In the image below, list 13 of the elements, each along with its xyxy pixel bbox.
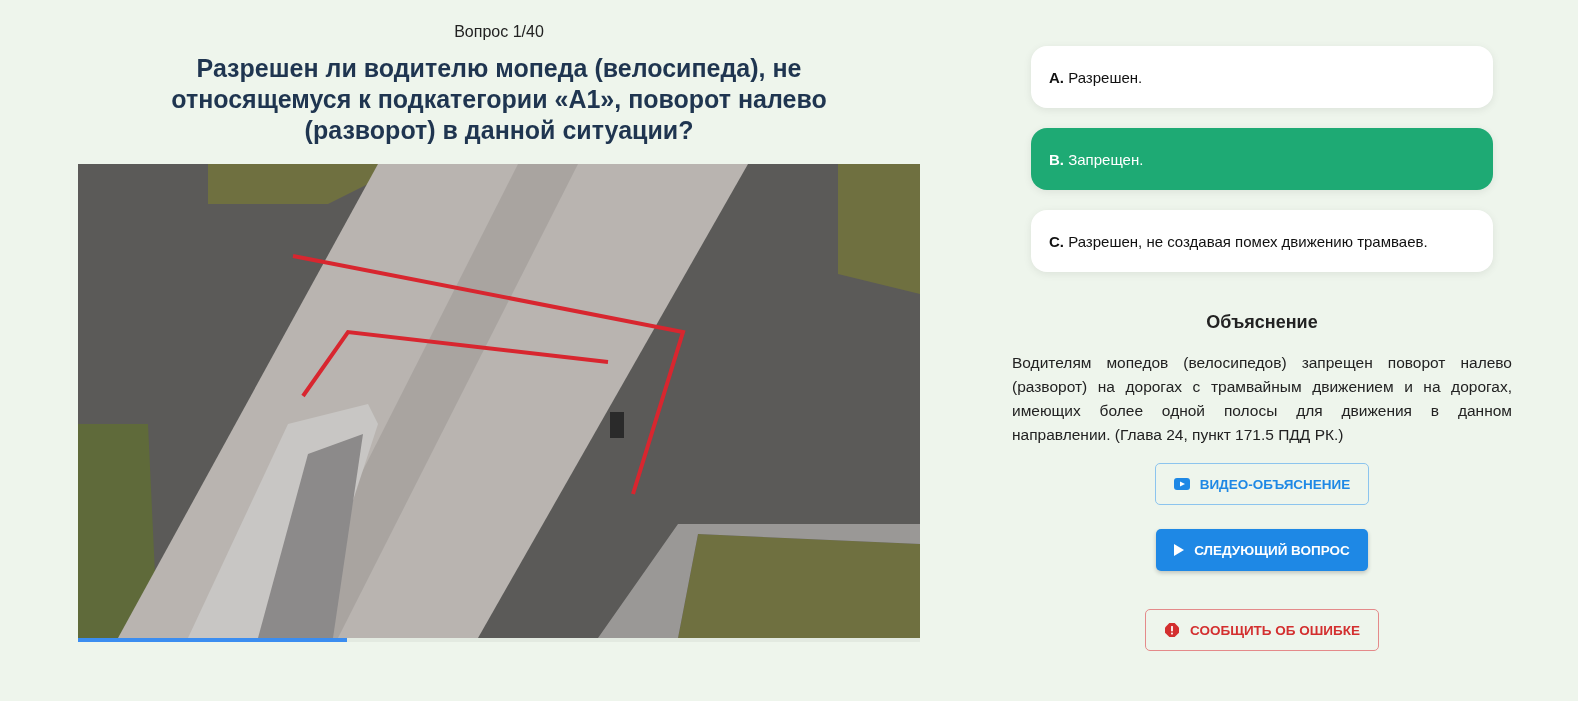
answer-option[interactable]: A. Разрешен.: [1031, 46, 1493, 108]
next-question-button[interactable]: СЛЕДУЮЩИЙ ВОПРОС: [1156, 529, 1368, 571]
explanation-title: Объяснение: [1206, 312, 1318, 333]
report-error-button[interactable]: СООБЩИТЬ ОБ ОШИБКЕ: [1145, 609, 1379, 651]
question-counter: Вопрос 1/40: [454, 23, 544, 41]
explanation-text: Водителям мопедов (велосипедов) запрещен поворот налево (разворот) на дорогах с трамвайным движением и на дорогах, имеющих более одной полосы для движения в данном направлении. (Глава 24, пункт 171.5 ПДД РК.): [1012, 353, 1512, 445]
video-explanation-button[interactable]: ВИДЕО-ОБЪЯСНЕНИЕ: [1154, 463, 1370, 505]
question-text: Разрешен ли водителю мопеда (велосипеда), не относящемуся к подкатегории «А1», поворот налево (разворот) в данной ситуации?: [170, 53, 828, 146]
answer-option[interactable]: B. Запрещен.: [1031, 128, 1493, 190]
play-icon: [1174, 544, 1185, 556]
video-icon: [1173, 477, 1190, 491]
answer-option[interactable]: C. Разрешен, не создавая помех движению трамваев.: [1031, 210, 1493, 272]
alert-icon: [1164, 623, 1180, 637]
